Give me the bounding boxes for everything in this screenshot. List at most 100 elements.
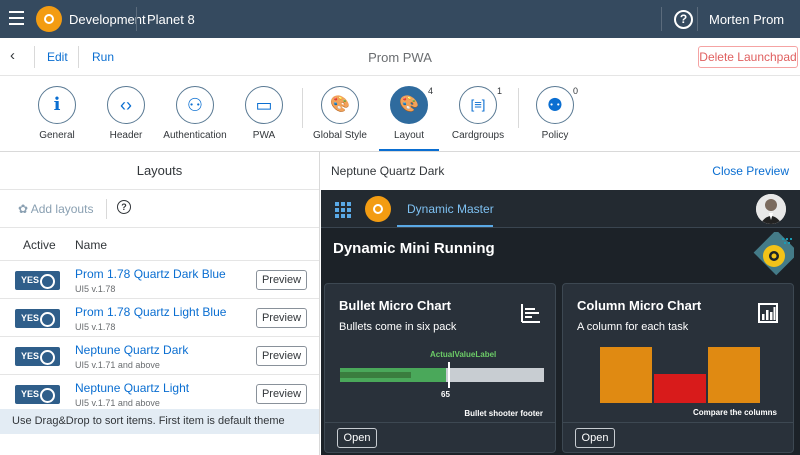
run-button[interactable]: Run bbox=[92, 50, 114, 64]
column-name: Name bbox=[75, 238, 108, 252]
preview-panel: Neptune Quartz Dark Close Preview Dynami… bbox=[321, 152, 800, 455]
layout-name[interactable]: Neptune Quartz Light bbox=[75, 381, 189, 395]
preview-header: Neptune Quartz Dark Close Preview bbox=[321, 152, 800, 190]
open-button[interactable]: Open bbox=[575, 428, 615, 448]
edit-button[interactable]: Edit bbox=[47, 50, 68, 64]
delete-launchpad-button[interactable]: Delete Launchpad bbox=[698, 46, 798, 68]
preview-theme-name: Neptune Quartz Dark bbox=[331, 164, 445, 178]
info-icon: i bbox=[38, 86, 76, 124]
bullet-micro-chart-card[interactable]: Bullet Micro Chart Bullets come in six p… bbox=[324, 283, 556, 453]
active-indicator bbox=[397, 225, 493, 227]
column-active: Active bbox=[23, 238, 56, 252]
layout-version: UI5 v.1.71 and above bbox=[75, 398, 160, 408]
layout-version: UI5 v.1.71 and above bbox=[75, 360, 160, 370]
tab-label: Layout bbox=[393, 130, 425, 141]
tab-count: 4 bbox=[428, 86, 434, 96]
help-icon[interactable]: ? bbox=[674, 10, 693, 29]
tab-label: Authentication bbox=[163, 130, 227, 141]
column-chart bbox=[600, 347, 760, 403]
divider bbox=[106, 199, 107, 219]
tab-count: 1 bbox=[497, 86, 503, 96]
tab-label: General bbox=[39, 130, 75, 141]
close-preview-link[interactable]: Close Preview bbox=[712, 164, 789, 178]
divider bbox=[697, 7, 698, 31]
menu-icon[interactable] bbox=[9, 11, 24, 25]
active-toggle[interactable]: YES bbox=[15, 385, 60, 404]
table-row[interactable]: YES Prom 1.78 Quartz Dark Blue UI5 v.1.7… bbox=[0, 261, 319, 299]
table-row[interactable]: YES Neptune Quartz Dark UI5 v.1.71 and a… bbox=[0, 337, 319, 375]
tab-bar: i General ‹› Header ⚇ Authentication ▭ P… bbox=[0, 76, 800, 152]
add-layouts-label: Add layouts bbox=[30, 202, 94, 216]
open-button[interactable]: Open bbox=[337, 428, 377, 448]
preview-shell-bar: Dynamic Master bbox=[321, 190, 800, 228]
tab-global-style[interactable]: 🎨 Global Style bbox=[300, 86, 380, 141]
layout-name[interactable]: Prom 1.78 Quartz Dark Blue bbox=[75, 267, 226, 281]
column-bar bbox=[600, 347, 652, 403]
layouts-panel: Layouts ✿ Add layouts ? Active Name YES … bbox=[0, 152, 320, 455]
layouts-toolbar: ✿ Add layouts ? bbox=[0, 190, 319, 228]
table-row[interactable]: YES Neptune Quartz Light UI5 v.1.71 and … bbox=[0, 375, 319, 413]
brand-logo-icon bbox=[750, 229, 799, 276]
preview-button[interactable]: Preview bbox=[256, 384, 307, 404]
card-footer-text: Bullet shooter footer bbox=[464, 409, 543, 418]
active-tab-indicator bbox=[379, 149, 439, 151]
workspace-name: Planet 8 bbox=[147, 12, 195, 27]
layout-version: UI5 v.1.78 bbox=[75, 322, 116, 332]
tab-pwa[interactable]: ▭ PWA bbox=[224, 86, 304, 141]
column-micro-chart-card[interactable]: Column Micro Chart A column for each tas… bbox=[562, 283, 794, 453]
user-name[interactable]: Morten Prom bbox=[709, 12, 784, 27]
active-toggle[interactable]: YES bbox=[15, 309, 60, 328]
card-footer: Open bbox=[325, 422, 555, 452]
divider bbox=[661, 7, 662, 31]
column-chart-icon bbox=[757, 302, 779, 324]
column-bar bbox=[654, 373, 706, 403]
tab-label: Policy bbox=[541, 130, 569, 141]
preview-shell-title[interactable]: Dynamic Master bbox=[407, 202, 494, 216]
app-grid-icon[interactable] bbox=[335, 202, 351, 218]
app-logo bbox=[365, 196, 391, 222]
actual-value-label: ActualValueLabel bbox=[430, 350, 497, 359]
tab-policy[interactable]: ⚉ 0 Policy bbox=[515, 86, 595, 141]
users-icon: ⚇ bbox=[176, 86, 214, 124]
preview-button[interactable]: Preview bbox=[256, 346, 307, 366]
active-toggle[interactable]: YES bbox=[15, 271, 60, 290]
tab-header[interactable]: ‹› Header bbox=[86, 86, 166, 141]
tab-cardgroups[interactable]: [≡] 1 Cardgroups bbox=[438, 86, 518, 141]
help-icon[interactable]: ? bbox=[117, 200, 131, 214]
tab-label: Cardgroups bbox=[451, 130, 505, 141]
card-subtitle: Bullets come in six pack bbox=[339, 321, 457, 333]
card-footer: Open bbox=[563, 422, 793, 452]
palette-icon: ✿ bbox=[18, 202, 31, 216]
layout-name[interactable]: Prom 1.78 Quartz Light Blue bbox=[75, 305, 226, 319]
tab-general[interactable]: i General bbox=[17, 86, 97, 141]
add-layouts-button[interactable]: ✿ Add layouts bbox=[18, 202, 93, 216]
column-bar bbox=[708, 347, 760, 403]
tab-layout[interactable]: 🎨 4 Layout bbox=[369, 86, 449, 151]
table-row[interactable]: YES Prom 1.78 Quartz Light Blue UI5 v.1.… bbox=[0, 299, 319, 337]
active-toggle[interactable]: YES bbox=[15, 347, 60, 366]
layout-version: UI5 v.1.78 bbox=[75, 284, 116, 294]
bullet-chart-icon bbox=[519, 302, 541, 324]
palette-icon: 🎨 bbox=[390, 86, 428, 124]
card-footer-text: Compare the columns bbox=[692, 408, 777, 417]
tab-label: Header bbox=[109, 130, 143, 141]
user-lock-icon: ⚉ bbox=[536, 86, 574, 124]
bullet-target bbox=[448, 362, 451, 388]
table-header: Active Name bbox=[0, 228, 319, 261]
card-title: Bullet Micro Chart bbox=[339, 298, 451, 313]
bullet-bar bbox=[340, 362, 544, 388]
layout-name[interactable]: Neptune Quartz Dark bbox=[75, 343, 188, 357]
page-toolbar: ‹ Prom PWA Edit Run bbox=[0, 38, 800, 76]
avatar[interactable] bbox=[756, 194, 786, 224]
target-value: 65 bbox=[441, 390, 450, 399]
divider bbox=[78, 46, 79, 68]
card-title: Column Micro Chart bbox=[577, 298, 702, 313]
theme-preview: Dynamic Master Dynamic Mini Running Bull… bbox=[321, 190, 800, 455]
code-icon: ‹› bbox=[107, 86, 145, 124]
preview-button[interactable]: Preview bbox=[256, 308, 307, 328]
app-logo bbox=[36, 6, 62, 32]
tab-authentication[interactable]: ⚇ Authentication bbox=[155, 86, 235, 141]
sort-hint: Use Drag&Drop to sort items. First item … bbox=[0, 409, 319, 434]
preview-button[interactable]: Preview bbox=[256, 270, 307, 290]
card-subtitle: A column for each task bbox=[577, 321, 689, 333]
